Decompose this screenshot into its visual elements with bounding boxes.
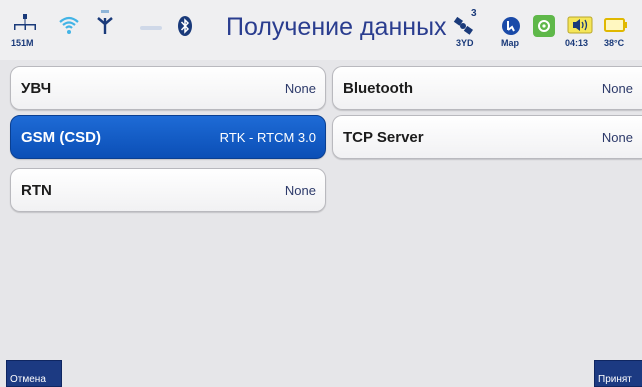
bluetooth-icon[interactable] <box>177 15 193 37</box>
cancel-button[interactable]: Отмена <box>6 360 62 387</box>
source-tile-rtn[interactable]: RTN None <box>10 168 326 212</box>
network-icon[interactable] <box>12 14 38 36</box>
source-value: None <box>284 81 316 96</box>
source-value: None <box>601 130 633 145</box>
clock-time: 04:13 <box>565 38 589 48</box>
signal-bar-icon <box>140 26 162 30</box>
source-name: RTN <box>21 182 52 199</box>
battery-icon[interactable] <box>604 18 628 32</box>
antenna-icon[interactable] <box>95 10 115 36</box>
source-name: УВЧ <box>21 80 52 97</box>
source-value: RTK - RTCM 3.0 <box>219 130 316 145</box>
source-name: GSM (CSD) <box>21 129 101 146</box>
status-bar: 151M Получение данных 3 3YD Map 04:13 38… <box>0 0 642 60</box>
source-tile-gsm[interactable]: GSM (CSD) RTK - RTCM 3.0 <box>10 115 326 159</box>
source-name: Bluetooth <box>343 80 413 97</box>
source-value: None <box>601 81 633 96</box>
source-value: None <box>284 183 316 198</box>
source-name: TCP Server <box>343 129 424 146</box>
temperature-label: 38°C <box>604 38 625 48</box>
map-label: Map <box>501 38 519 48</box>
accept-button[interactable]: Принят <box>594 360 642 387</box>
volume-icon[interactable] <box>567 16 593 34</box>
satellite-count: 3 <box>471 8 477 19</box>
source-tile-tcp-server[interactable]: TCP Server None <box>332 115 642 159</box>
source-tile-bluetooth[interactable]: Bluetooth None <box>332 66 642 110</box>
page-title: Получение данных <box>226 13 447 41</box>
memory-label: 151M <box>11 38 34 48</box>
wifi-icon[interactable] <box>58 14 80 36</box>
satellite-icon[interactable] <box>453 16 475 36</box>
source-tile-uhf[interactable]: УВЧ None <box>10 66 326 110</box>
gps-settings-icon[interactable] <box>532 14 556 38</box>
map-icon[interactable] <box>501 16 521 36</box>
fix-status: 3YD <box>456 38 474 48</box>
